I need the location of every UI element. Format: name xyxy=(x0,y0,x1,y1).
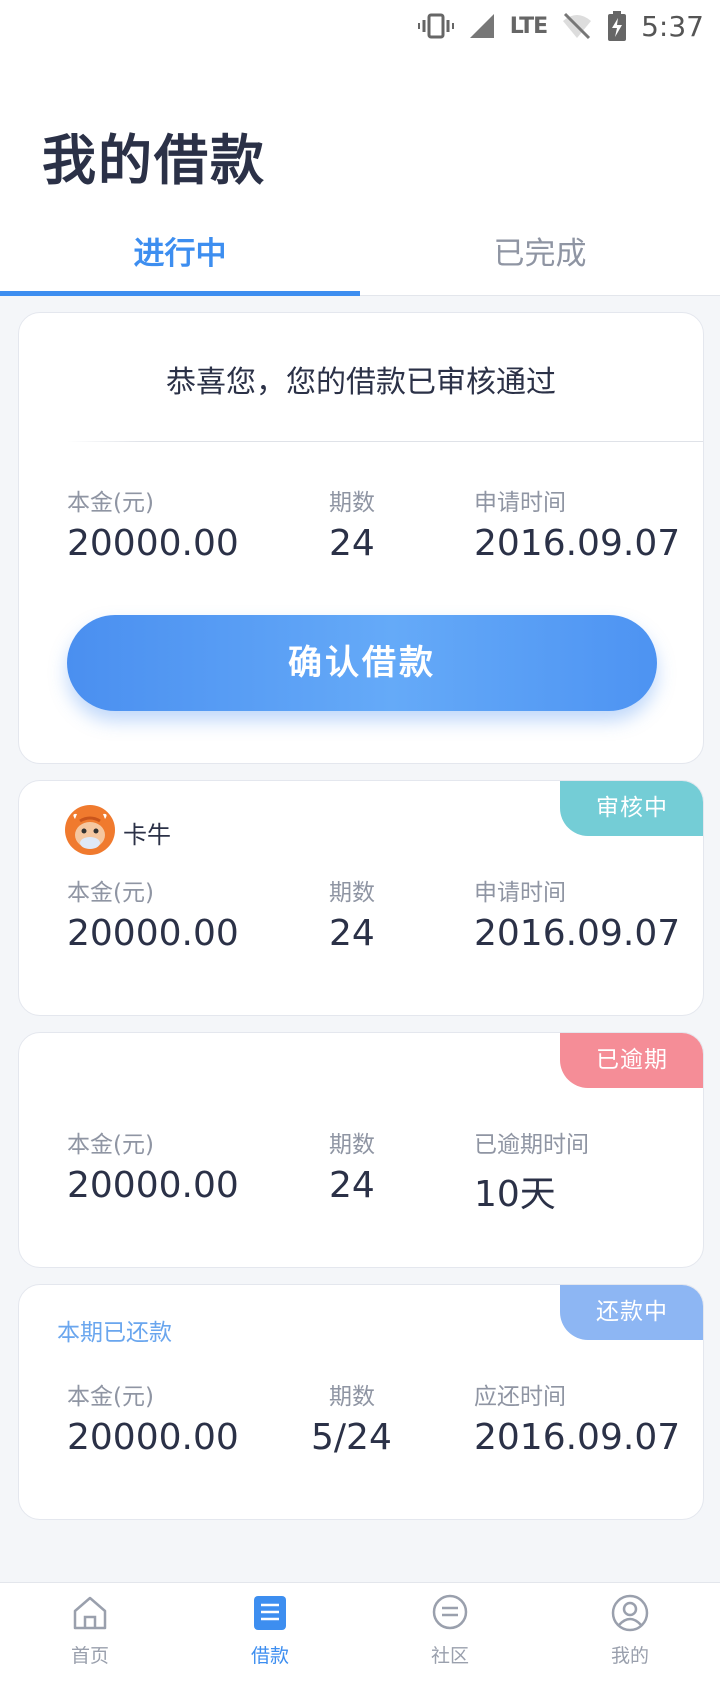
wifi-off-icon xyxy=(561,12,593,40)
loan-card-repaying[interactable]: 本期已还款 还款中 本金(元) 期数 应还时间 20000.00 5/24 20… xyxy=(18,1284,704,1520)
tab-bar: 进行中 已完成 xyxy=(0,222,720,296)
due-date-value: 2016.09.07 xyxy=(474,1417,681,1458)
status-badge: 审核中 xyxy=(560,781,703,836)
apply-date-label: 申请时间 xyxy=(474,490,566,516)
divider xyxy=(67,441,703,442)
overdue-time-label: 已逾期时间 xyxy=(474,1132,589,1158)
loan-card-review[interactable]: 卡牛 审核中 本金(元) 期数 申请时间 20000.00 24 2016.09… xyxy=(18,780,704,1016)
periods-label: 期数 xyxy=(329,880,375,906)
signal-icon xyxy=(468,12,496,40)
loan-card-overdue[interactable]: 已逾期 本金(元) 期数 已逾期时间 20000.00 24 10天 xyxy=(18,1032,704,1268)
tab-completed[interactable]: 已完成 xyxy=(360,222,720,295)
periods-label: 期数 xyxy=(329,490,375,516)
nav-home[interactable]: 首页 xyxy=(0,1583,180,1682)
periods-value: 24 xyxy=(329,523,375,564)
loan-card-approved[interactable]: 恭喜您，您的借款已审核通过 本金(元) 期数 申请时间 20000.00 24 … xyxy=(18,312,704,764)
approval-message: 恭喜您，您的借款已审核通过 xyxy=(166,365,556,400)
principal-label: 本金(元) xyxy=(67,880,154,906)
status-bar: LTE 5:37 xyxy=(0,0,720,52)
nav-loan-label: 借款 xyxy=(250,1645,289,1667)
battery-charging-icon xyxy=(607,11,627,41)
nav-mine[interactable]: 我的 xyxy=(540,1583,720,1682)
principal-label: 本金(元) xyxy=(67,1132,154,1158)
status-badge: 还款中 xyxy=(560,1285,703,1340)
principal-value: 20000.00 xyxy=(67,523,239,564)
apply-date-value: 2016.09.07 xyxy=(474,523,681,564)
principal-label: 本金(元) xyxy=(67,1384,154,1410)
overdue-time-value: 10天 xyxy=(474,1174,556,1215)
apply-date-value: 2016.09.07 xyxy=(474,913,681,954)
network-type: LTE xyxy=(509,13,548,39)
home-icon xyxy=(73,1596,107,1630)
lender-avatar xyxy=(65,805,115,855)
due-date-label: 应还时间 xyxy=(474,1384,566,1410)
chat-bubble-icon xyxy=(432,1594,468,1630)
periods-value: 5/24 xyxy=(311,1417,392,1458)
user-icon xyxy=(611,1594,649,1632)
periods-value: 24 xyxy=(329,1165,375,1206)
nav-loan[interactable]: 借款 xyxy=(180,1583,360,1682)
periods-value: 24 xyxy=(329,913,375,954)
nav-community-label: 社区 xyxy=(430,1645,469,1667)
page-title: 我的借款 xyxy=(42,129,266,192)
principal-label: 本金(元) xyxy=(67,490,154,516)
nav-home-label: 首页 xyxy=(70,1645,109,1667)
bottom-nav: 首页 借款 社区 我的 xyxy=(0,1582,720,1682)
nav-mine-label: 我的 xyxy=(610,1645,649,1667)
nav-community[interactable]: 社区 xyxy=(360,1583,540,1682)
periods-label: 期数 xyxy=(329,1132,375,1158)
principal-value: 20000.00 xyxy=(67,913,239,954)
principal-value: 20000.00 xyxy=(67,1165,239,1206)
tab-in-progress[interactable]: 进行中 xyxy=(0,222,360,296)
confirm-loan-button[interactable]: 确认借款 xyxy=(67,615,657,711)
loan-document-icon xyxy=(254,1596,286,1630)
periods-label: 期数 xyxy=(329,1384,375,1410)
vibrate-icon xyxy=(417,12,454,40)
lender-name: 卡牛 xyxy=(123,821,171,849)
repaid-note: 本期已还款 xyxy=(57,1320,172,1346)
status-badge: 已逾期 xyxy=(560,1033,703,1088)
page-header: 我的借款 进行中 已完成 xyxy=(0,52,720,296)
clock-time: 5:37 xyxy=(641,9,704,43)
apply-date-label: 申请时间 xyxy=(474,880,566,906)
principal-value: 20000.00 xyxy=(67,1417,239,1458)
